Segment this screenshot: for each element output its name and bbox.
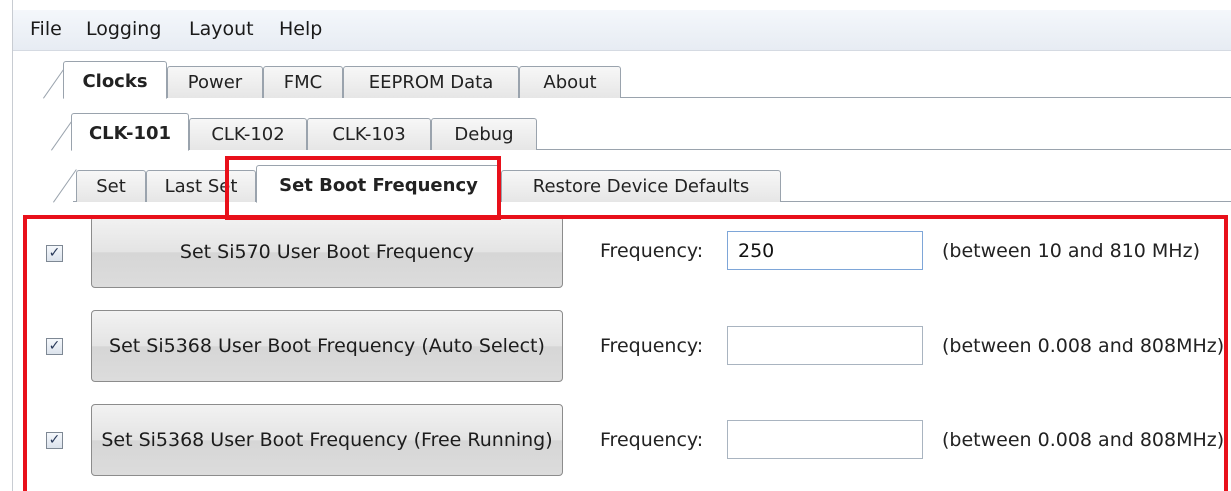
tab-set[interactable]: Set bbox=[76, 170, 146, 202]
tab-fmc[interactable]: FMC bbox=[263, 66, 343, 98]
clock-tab-row: CLK-101 CLK-102 CLK-103 Debug bbox=[13, 110, 1231, 151]
tab-clocks[interactable]: Clocks bbox=[63, 61, 167, 99]
row3-frequency-label: Frequency: bbox=[600, 429, 704, 451]
set-si570-boot-frequency-button[interactable]: Set Si570 User Boot Frequency bbox=[91, 216, 563, 288]
set-si5368-free-running-button[interactable]: Set Si5368 User Boot Frequency (Free Run… bbox=[91, 404, 563, 476]
menu-bar: File Logging Layout Help bbox=[13, 10, 1231, 51]
row3-frequency-input[interactable] bbox=[727, 420, 923, 459]
menu-layout[interactable]: Layout bbox=[189, 18, 254, 40]
tab-clk-103[interactable]: CLK-103 bbox=[307, 118, 431, 150]
row2-frequency-label: Frequency: bbox=[600, 335, 704, 357]
row1-checkbox[interactable]: ✓ bbox=[46, 245, 63, 262]
row1-frequency-label: Frequency: bbox=[600, 240, 704, 262]
row1-frequency-input[interactable] bbox=[727, 231, 923, 270]
tab-set-boot-frequency[interactable]: Set Boot Frequency bbox=[256, 165, 501, 203]
row2-checkbox[interactable]: ✓ bbox=[46, 338, 63, 355]
tab-debug[interactable]: Debug bbox=[431, 118, 537, 150]
main-tab-row: Clocks Power FMC EEPROM Data About bbox=[13, 58, 1231, 99]
tab-restore-device-defaults[interactable]: Restore Device Defaults bbox=[501, 170, 781, 202]
tab-about[interactable]: About bbox=[519, 66, 621, 98]
menu-file[interactable]: File bbox=[30, 18, 62, 40]
tab-clk-102[interactable]: CLK-102 bbox=[189, 118, 307, 150]
menu-help[interactable]: Help bbox=[279, 18, 322, 40]
tab-power[interactable]: Power bbox=[167, 66, 263, 98]
menu-logging[interactable]: Logging bbox=[86, 18, 161, 40]
row3-checkbox[interactable]: ✓ bbox=[46, 432, 63, 449]
set-si5368-auto-select-button[interactable]: Set Si5368 User Boot Frequency (Auto Sel… bbox=[91, 310, 563, 382]
tab-last-set[interactable]: Last Set bbox=[146, 170, 256, 202]
tab-row-slant bbox=[53, 169, 77, 203]
row2-range-hint: (between 0.008 and 808MHz) bbox=[942, 335, 1225, 357]
tab-clk-101[interactable]: CLK-101 bbox=[71, 113, 189, 151]
tab-eeprom-data[interactable]: EEPROM Data bbox=[343, 66, 519, 98]
row2-frequency-input[interactable] bbox=[727, 326, 923, 365]
row3-range-hint: (between 0.008 and 808MHz) bbox=[942, 429, 1225, 451]
sub-tab-row: Set Last Set Set Boot Frequency Restore … bbox=[13, 162, 1231, 203]
row1-range-hint: (between 10 and 810 MHz) bbox=[942, 240, 1200, 262]
